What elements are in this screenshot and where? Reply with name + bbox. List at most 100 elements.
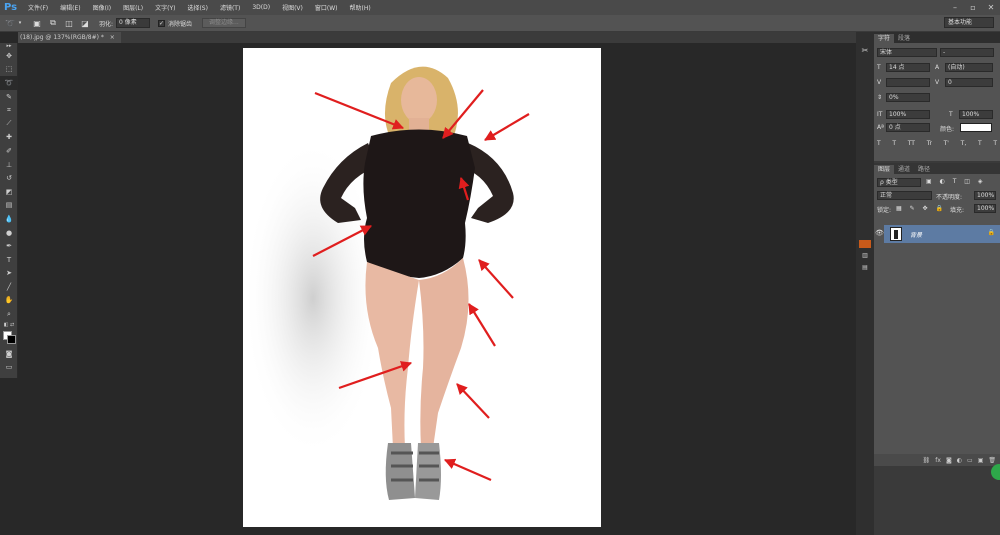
workspace-select[interactable]: 基本功能: [944, 17, 994, 28]
brush-tool-icon[interactable]: ✐: [0, 144, 18, 158]
tab-paths[interactable]: 路径: [914, 165, 934, 174]
tools-panel: ▸▸ ✥ ⬚ ➰ ✎ ⌗ ⟋ ✚ ✐ ⊥ ↺ ◩ ▤ 💧 ● ✒ T ➤ ╱ ✋…: [0, 43, 18, 378]
minimize-icon[interactable]: –: [946, 0, 964, 15]
lock-icons[interactable]: ▦ ✎ ✥ 🔒: [896, 205, 946, 212]
document-canvas[interactable]: [243, 48, 601, 527]
lasso-tool-icon[interactable]: ➰: [0, 76, 18, 90]
opacity-field[interactable]: 100%: [974, 191, 996, 200]
hand-tool-icon[interactable]: ✋: [0, 294, 18, 308]
quick-select-tool-icon[interactable]: ✎: [0, 90, 18, 104]
faux-bold-button[interactable]: T: [877, 140, 881, 147]
dodge-tool-icon[interactable]: ●: [0, 226, 18, 240]
default-colors-icon[interactable]: ◧ ⇄: [0, 321, 18, 329]
text-color-swatch[interactable]: [960, 123, 992, 132]
gradient-tool-icon[interactable]: ▤: [0, 199, 18, 213]
menu-3d[interactable]: 3D(D): [246, 4, 276, 11]
antialias-checkbox[interactable]: ✓ 消除锯齿: [158, 19, 192, 28]
marquee-tool-icon[interactable]: ⬚: [0, 63, 18, 77]
crop-tool-icon[interactable]: ⌗: [0, 103, 18, 117]
superscript-button[interactable]: T': [944, 140, 949, 147]
add-selection-icon[interactable]: ⧉: [47, 18, 59, 28]
menu-view[interactable]: 视图(V): [276, 3, 309, 12]
leading-field[interactable]: (自动): [945, 63, 993, 72]
link-layers-icon[interactable]: ⛓: [923, 457, 931, 464]
swatch-orange-icon[interactable]: [859, 240, 871, 248]
trash-icon[interactable]: 🗑: [988, 457, 996, 464]
feather-input[interactable]: 0 像素: [116, 18, 151, 28]
menu-select[interactable]: 选择(S): [181, 3, 214, 12]
line-tool-icon[interactable]: ╱: [0, 280, 18, 294]
panel-toggle-icon[interactable]: ▤: [859, 264, 871, 274]
refine-edge-button[interactable]: 调整边缘...: [202, 18, 246, 28]
clone-stamp-tool-icon[interactable]: ⊥: [0, 158, 18, 172]
fill-field[interactable]: 100%: [974, 204, 996, 213]
font-size-field[interactable]: 14 点: [886, 63, 930, 72]
restore-icon[interactable]: ▫: [964, 0, 982, 15]
small-caps-button[interactable]: Tr: [927, 140, 932, 147]
tools-options-icon[interactable]: ✂: [859, 46, 871, 56]
type-tool-icon[interactable]: T: [0, 253, 18, 267]
move-tool-icon[interactable]: ✥: [0, 49, 18, 63]
history-brush-tool-icon[interactable]: ↺: [0, 171, 18, 185]
all-caps-button[interactable]: TT: [908, 140, 915, 147]
close-icon[interactable]: ×: [110, 34, 115, 41]
photo-image: [243, 66, 530, 500]
new-group-icon[interactable]: ▭: [967, 457, 973, 464]
tab-channels[interactable]: 通道: [894, 165, 914, 174]
font-family-select[interactable]: 宋体: [877, 48, 937, 57]
blend-mode-select[interactable]: 正常: [877, 191, 932, 200]
help-bubble-icon[interactable]: [991, 464, 1000, 480]
add-mask-icon[interactable]: ◙: [946, 457, 952, 464]
background-color[interactable]: [7, 334, 16, 344]
eraser-tool-icon[interactable]: ◩: [0, 185, 18, 199]
font-style-select[interactable]: -: [940, 48, 994, 57]
menu-filter[interactable]: 滤镜(T): [214, 3, 246, 12]
tab-character[interactable]: 字符: [874, 34, 895, 43]
horizontal-scale-field[interactable]: 100%: [959, 110, 993, 119]
fx-icon[interactable]: fx: [935, 457, 941, 464]
faux-italic-button[interactable]: T: [892, 140, 896, 147]
intersect-selection-icon[interactable]: ◪: [79, 18, 91, 28]
path-selection-tool-icon[interactable]: ➤: [0, 267, 18, 281]
quick-mask-icon[interactable]: ◙: [0, 347, 18, 361]
zoom-tool-icon[interactable]: ⌕: [0, 307, 18, 321]
chevron-down-icon[interactable]: ▾: [17, 18, 23, 28]
baseline-field[interactable]: 0 点: [886, 123, 930, 132]
layer-filter-select[interactable]: ρ 类型: [877, 178, 921, 187]
adjustment-layer-icon[interactable]: ◐: [957, 457, 962, 464]
tracking-field[interactable]: 0: [945, 78, 993, 87]
new-selection-icon[interactable]: ▣: [31, 18, 43, 28]
document-tab[interactable]: (18).jpg @ 137%(RGB/8#) * ×: [18, 32, 121, 43]
tab-layers[interactable]: 图层: [874, 165, 895, 174]
subtract-selection-icon[interactable]: ◫: [63, 18, 75, 28]
strikethrough-button[interactable]: T: [993, 140, 997, 147]
blur-tool-icon[interactable]: 💧: [0, 212, 18, 226]
healing-brush-tool-icon[interactable]: ✚: [0, 131, 18, 145]
screen-mode-icon[interactable]: ▭: [0, 360, 18, 374]
menu-edit[interactable]: 编辑(E): [54, 3, 86, 12]
menu-image[interactable]: 图像(I): [87, 3, 117, 12]
subscript-button[interactable]: T,: [961, 140, 967, 147]
color-swatches[interactable]: [0, 329, 18, 347]
new-layer-icon[interactable]: ▣: [978, 457, 984, 464]
eyedropper-tool-icon[interactable]: ⟋: [0, 117, 18, 131]
menu-window[interactable]: 窗口(W): [309, 3, 344, 12]
menu-type[interactable]: 文字(Y): [149, 3, 181, 12]
layer-row[interactable]: 背景 🔒: [884, 225, 1000, 243]
canvas-area[interactable]: [18, 43, 856, 535]
kerning-icon: V: [877, 79, 882, 86]
vertical-scale-field[interactable]: 100%: [886, 110, 930, 119]
layer-name[interactable]: 背景: [910, 230, 922, 239]
close-icon[interactable]: ✕: [982, 0, 1000, 15]
menu-file[interactable]: 文件(F): [22, 3, 54, 12]
scale-field[interactable]: 0%: [886, 93, 930, 102]
lasso-tool-preset-icon[interactable]: ➰: [4, 18, 16, 28]
panel-toggle-icon[interactable]: ▥: [859, 252, 871, 262]
underline-button[interactable]: T: [978, 140, 982, 147]
layer-eye-icon[interactable]: 👁: [875, 229, 884, 237]
kerning-field[interactable]: [886, 78, 930, 87]
menu-help[interactable]: 帮助(H): [344, 3, 377, 12]
tab-paragraph[interactable]: 段落: [894, 34, 914, 43]
menu-layer[interactable]: 图层(L): [117, 3, 149, 12]
pen-tool-icon[interactable]: ✒: [0, 239, 18, 253]
